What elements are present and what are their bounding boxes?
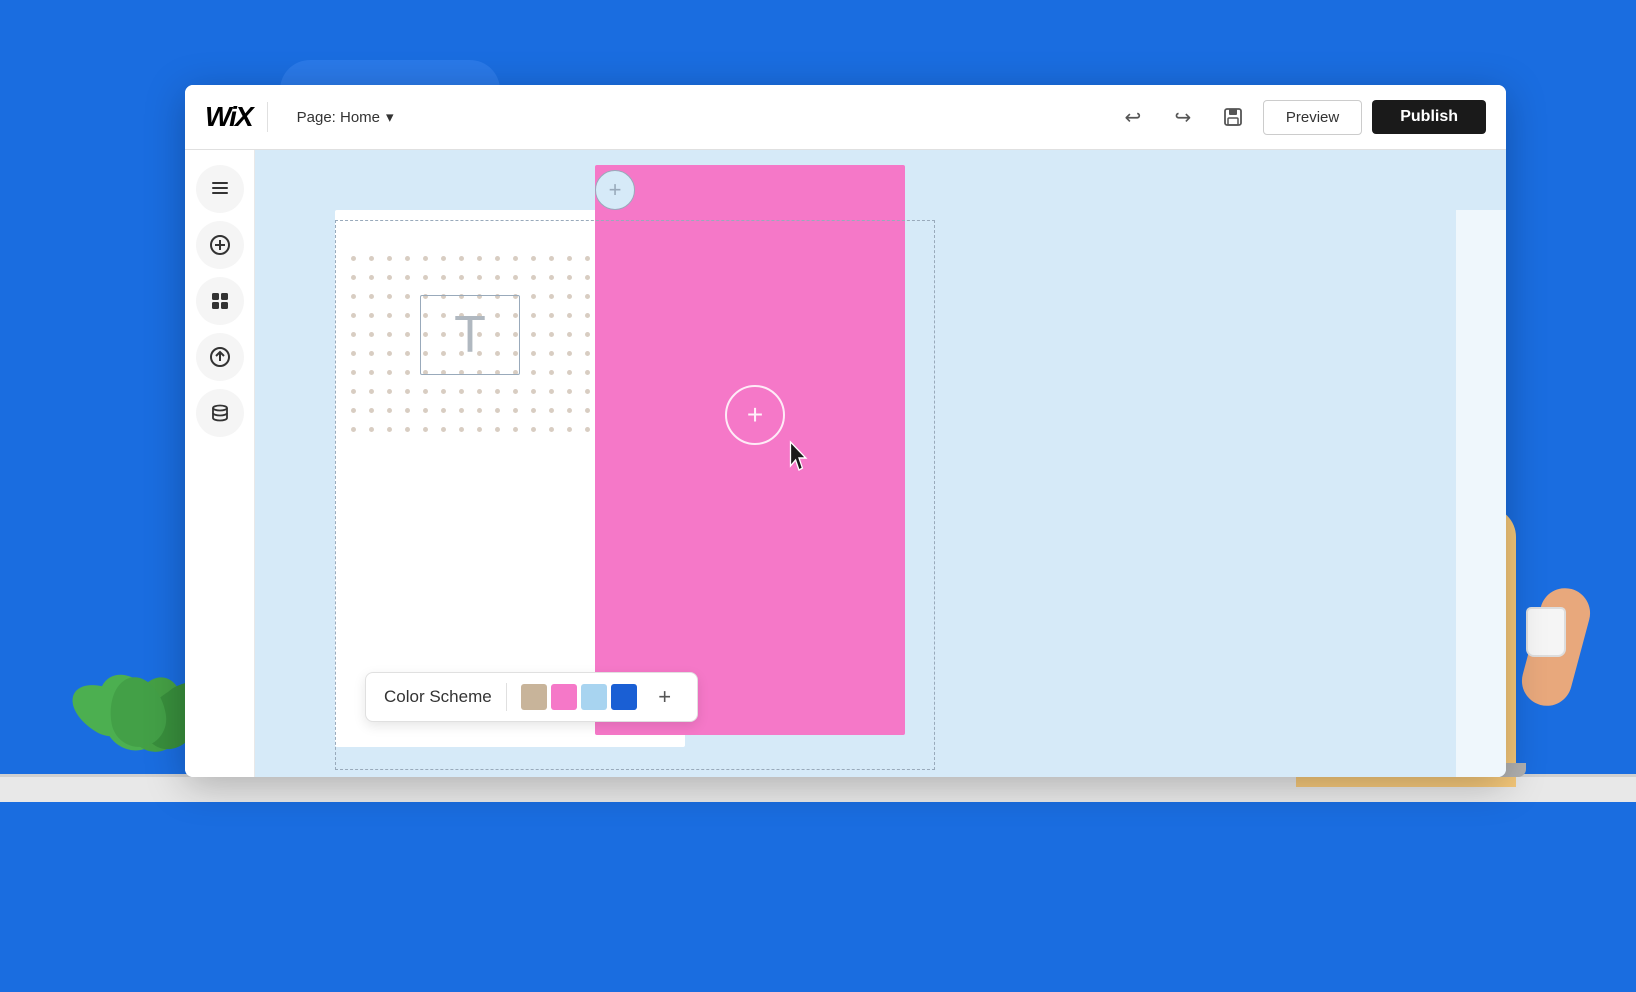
coffee-cup <box>1526 607 1566 657</box>
publish-button[interactable]: Publish <box>1372 100 1486 134</box>
toolbar: WiX Page: Home ▾ ↩ ↪ Preview Publish <box>185 85 1506 150</box>
save-button[interactable] <box>1213 97 1253 137</box>
sidebar-item-database[interactable] <box>196 389 244 437</box>
color-swatch-blue[interactable] <box>611 684 637 710</box>
text-placeholder-box[interactable]: T <box>420 295 520 375</box>
sidebar-item-upload[interactable] <box>196 333 244 381</box>
wix-logo: WiX <box>205 101 252 133</box>
canvas-pink-section <box>595 165 905 735</box>
color-scheme-label: Color Scheme <box>384 687 492 707</box>
add-color-button[interactable]: + <box>651 683 679 711</box>
sidebar-item-add[interactable] <box>196 221 244 269</box>
add-element-button[interactable]: + <box>725 385 785 445</box>
color-swatch-lightblue[interactable] <box>581 684 607 710</box>
page-name-label: Page: Home <box>297 109 380 126</box>
page-selector[interactable]: Page: Home ▾ <box>283 102 408 132</box>
preview-button[interactable]: Preview <box>1263 100 1362 135</box>
plus-center-icon: + <box>747 399 763 431</box>
text-placeholder-icon: T <box>454 309 486 361</box>
redo-button[interactable]: ↪ <box>1163 97 1203 137</box>
toolbar-divider <box>267 102 268 132</box>
dropdown-arrow-icon: ▾ <box>386 108 394 126</box>
color-swatch-beige[interactable] <box>521 684 547 710</box>
editor-panel: WiX Page: Home ▾ ↩ ↪ Preview Publish <box>185 85 1506 777</box>
right-panel-hint <box>1456 210 1506 777</box>
undo-button[interactable]: ↩ <box>1113 97 1153 137</box>
color-swatches <box>521 684 637 710</box>
canvas-area[interactable]: + T + Color Scheme + <box>255 150 1506 777</box>
color-scheme-divider <box>506 683 507 711</box>
color-scheme-panel: Color Scheme + <box>365 672 698 722</box>
left-sidebar <box>185 150 255 777</box>
add-section-top-button[interactable]: + <box>595 170 635 210</box>
sidebar-item-pages[interactable] <box>196 165 244 213</box>
plus-icon: + <box>609 177 622 203</box>
color-swatch-pink[interactable] <box>551 684 577 710</box>
sidebar-item-apps[interactable] <box>196 277 244 325</box>
